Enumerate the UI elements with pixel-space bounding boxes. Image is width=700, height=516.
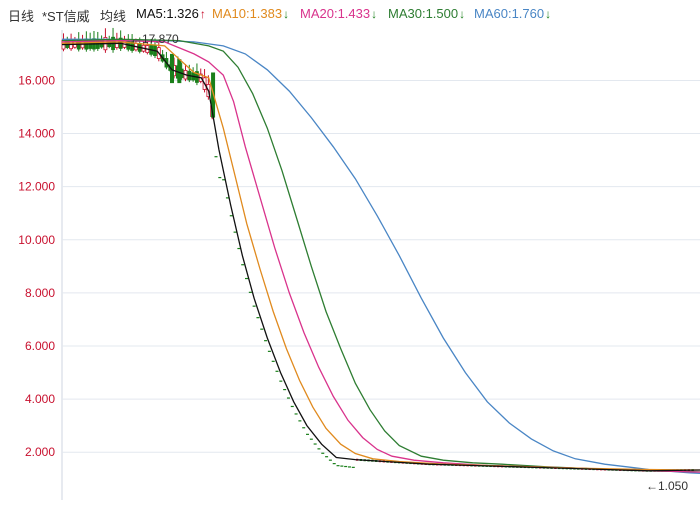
- legend-ma20: MA20:1.433↓: [300, 6, 377, 21]
- y-axis: 2.000 4.000 6.000 8.000 10.000 12.000 14.000 16…: [18, 73, 55, 459]
- stock-name: *ST信威: [42, 9, 90, 24]
- y-tick-label: 2.000: [25, 445, 55, 459]
- legend-bar: 日线 *ST信威 均线 MA5:1.326↑ MA10:1.383↓ MA20:…: [0, 0, 700, 28]
- y-tick-label: 4.000: [25, 392, 55, 406]
- low-price-annotation: ←1.050: [646, 479, 688, 493]
- legend-ma30-text: MA30:1.500: [388, 6, 459, 21]
- y-tick-label: 8.000: [25, 286, 55, 300]
- high-price-annotation: ←17.870: [130, 32, 179, 46]
- candlesticks: [61, 27, 694, 472]
- legend-ma10-text: MA10:1.383: [212, 6, 283, 21]
- y-tick-label: 6.000: [25, 339, 55, 353]
- legend-ma30: MA30:1.500↓: [388, 6, 465, 21]
- y-tick-label: 14.000: [18, 127, 55, 141]
- arrow-down-icon: ↓: [459, 7, 466, 21]
- arrow-up-icon: ↑: [199, 7, 206, 21]
- grid-lines: [61, 30, 700, 500]
- arrow-down-icon: ↓: [283, 7, 290, 21]
- line-ma20: [61, 39, 700, 473]
- legend-ma10: MA10:1.383↓: [212, 6, 289, 21]
- y-tick-label: 10.000: [18, 233, 55, 247]
- stock-chart-panel: 2.000 4.000 6.000 8.000 10.000 12.000 14.000 16…: [0, 0, 700, 516]
- moving-average-label[interactable]: 均线: [100, 6, 126, 25]
- moving-average-lines: [61, 38, 700, 475]
- line-ma30: [61, 38, 700, 473]
- price-chart[interactable]: 2.000 4.000 6.000 8.000 10.000 12.000 14.000 16…: [0, 0, 700, 516]
- line-ma60: [62, 38, 700, 475]
- period-label[interactable]: 日线: [8, 6, 34, 25]
- line-ma5: [61, 42, 700, 472]
- y-tick-label: 12.000: [18, 180, 55, 194]
- y-tick-label: 16.000: [18, 73, 55, 87]
- legend-ma60: MA60:1.760↓: [474, 6, 551, 21]
- arrow-down-icon: ↓: [545, 7, 552, 21]
- candle-body: [177, 59, 182, 84]
- legend-ma5: MA5:1.326↑: [136, 6, 206, 21]
- legend-ma20-text: MA20:1.433: [300, 6, 371, 21]
- legend-ma5-text: MA5:1.326: [136, 6, 199, 21]
- line-ma10: [61, 41, 700, 471]
- legend-ma60-text: MA60:1.760: [474, 6, 545, 21]
- arrow-down-icon: ↓: [371, 7, 378, 21]
